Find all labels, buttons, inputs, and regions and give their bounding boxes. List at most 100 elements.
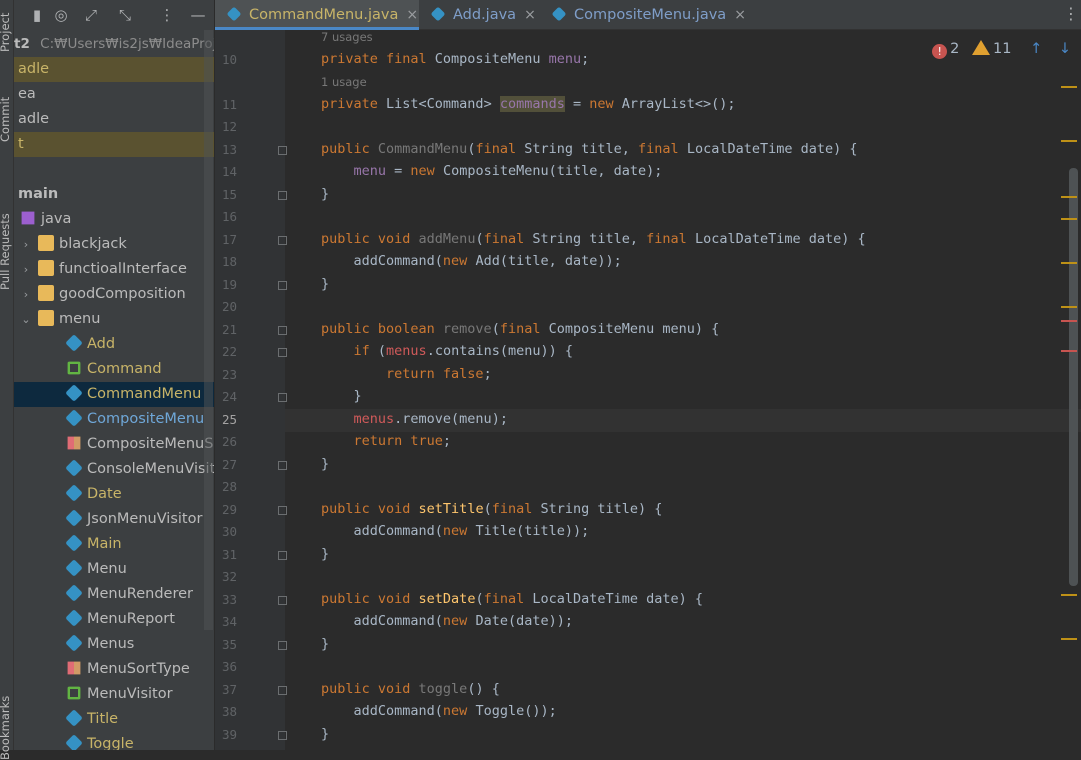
tree-item[interactable]: Title: [14, 707, 214, 732]
expand-arrow-icon[interactable]: ›: [18, 282, 34, 307]
warning-marker[interactable]: [1061, 86, 1077, 88]
tree-item[interactable]: Command: [14, 357, 214, 382]
code-line[interactable]: }: [321, 546, 329, 562]
tree-item[interactable]: CompositeMenuSo: [14, 432, 214, 457]
fold-marker-icon[interactable]: [278, 145, 287, 155]
fold-marker-icon[interactable]: [278, 393, 287, 402]
tree-item[interactable]: ⌄ menu: [14, 307, 214, 332]
code-line[interactable]: public void toggle() {: [321, 681, 500, 697]
expand-arrow-icon[interactable]: ⌄: [18, 307, 34, 332]
expand-arrow-icon[interactable]: ›: [18, 232, 34, 257]
code-line[interactable]: addCommand(new Toggle());: [321, 703, 557, 719]
next-problem-icon[interactable]: ↓: [1059, 41, 1071, 57]
code-line[interactable]: if (menus.contains(menu)) {: [321, 343, 573, 359]
close-tab-icon[interactable]: ×: [406, 7, 418, 23]
error-marker[interactable]: [1061, 350, 1077, 352]
code-line[interactable]: private final CompositeMenu menu;: [321, 51, 589, 67]
project-scrollbar[interactable]: [204, 30, 213, 630]
usages-hint[interactable]: 1 usage: [321, 75, 367, 89]
fold-marker-icon[interactable]: [278, 550, 287, 560]
editor-scrollbar[interactable]: [1069, 168, 1078, 586]
tab-options-icon[interactable]: ⋮: [1063, 4, 1079, 23]
fold-marker-icon[interactable]: [278, 640, 287, 650]
editor-tab[interactable]: CommandMenu.java ×: [215, 0, 419, 30]
more-icon[interactable]: ⋮: [158, 6, 176, 24]
code-line[interactable]: }: [321, 726, 329, 742]
tree-item[interactable]: MenuReport: [14, 607, 214, 632]
tree-item[interactable]: › functioalInterface: [14, 257, 214, 282]
tree-item[interactable]: MenuSortType: [14, 657, 214, 682]
tree-item[interactable]: Menu: [14, 557, 214, 582]
pull-requests-tool-tab[interactable]: Pull Requests: [0, 213, 12, 290]
tree-item[interactable]: ea: [14, 82, 214, 107]
code-line[interactable]: menu = new CompositeMenu(title, date);: [321, 163, 663, 179]
tree-item[interactable]: ConsoleMenuVisito: [14, 457, 214, 482]
commit-tool-tab[interactable]: Commit: [0, 97, 12, 142]
expand-arrow-icon[interactable]: ›: [18, 257, 34, 282]
prev-problem-icon[interactable]: ↑: [1030, 41, 1042, 57]
warning-marker[interactable]: [1061, 218, 1077, 220]
tree-item[interactable]: CompositeMenu: [14, 407, 214, 432]
fold-marker-icon[interactable]: [278, 685, 287, 695]
fold-marker-icon[interactable]: [278, 190, 287, 200]
warning-marker[interactable]: [1061, 196, 1077, 198]
tree-item[interactable]: MenuRenderer: [14, 582, 214, 607]
code-line[interactable]: }: [321, 636, 329, 652]
tree-item[interactable]: CommandMenu: [14, 382, 214, 407]
tree-item[interactable]: adle: [14, 57, 214, 82]
usages-hint[interactable]: 7 usages: [321, 30, 373, 44]
tree-item[interactable]: › blackjack: [14, 232, 214, 257]
tree-item[interactable]: t: [14, 132, 214, 157]
editor-tab[interactable]: Add.java ×: [419, 0, 540, 30]
code-line[interactable]: private List<Command> commands = new Arr…: [321, 95, 736, 112]
fold-marker-icon[interactable]: [278, 595, 287, 605]
tree-item[interactable]: Toggle: [14, 732, 214, 750]
code-line[interactable]: public void setTitle(final String title)…: [321, 501, 662, 517]
fold-marker-icon[interactable]: [278, 280, 287, 290]
fold-marker-icon[interactable]: [278, 325, 287, 335]
warning-marker[interactable]: [1061, 306, 1077, 308]
fold-marker-icon[interactable]: [278, 348, 287, 357]
inspection-widget[interactable]: ! 2 11 ↑ ↓: [932, 40, 1071, 59]
fold-marker-icon[interactable]: [278, 235, 287, 245]
code-line[interactable]: public void addMenu(final String title, …: [321, 231, 866, 247]
minimize-icon[interactable]: —: [189, 6, 207, 24]
close-tab-icon[interactable]: ×: [524, 7, 536, 23]
code-line[interactable]: public CommandMenu(final String title, f…: [321, 141, 858, 157]
expand-icon[interactable]: ⤢: [82, 6, 100, 24]
code-line[interactable]: }: [321, 276, 329, 292]
fold-marker-icon[interactable]: [278, 505, 287, 515]
code-line[interactable]: menus.remove(menu);: [321, 411, 508, 427]
project-tool-tab[interactable]: Project: [0, 13, 12, 52]
code-line[interactable]: return true;: [321, 433, 452, 449]
warning-marker[interactable]: [1061, 140, 1077, 142]
tree-item[interactable]: › goodComposition: [14, 282, 214, 307]
code-editor[interactable]: 7 usages 10 private final CompositeMenu me…: [215, 30, 1081, 750]
code-line[interactable]: public void setDate(final LocalDateTime …: [321, 591, 703, 607]
bookmarks-tool-tab[interactable]: Bookmarks: [0, 696, 12, 760]
close-tab-icon[interactable]: ×: [734, 7, 746, 23]
warning-marker[interactable]: [1061, 594, 1077, 596]
tree-item[interactable]: Menus: [14, 632, 214, 657]
error-marker[interactable]: [1061, 320, 1077, 322]
target-icon[interactable]: ◎: [52, 6, 70, 24]
tree-item[interactable]: Date: [14, 482, 214, 507]
code-line[interactable]: }: [321, 186, 329, 202]
editor-tab[interactable]: CompositeMenu.java ×: [540, 0, 746, 30]
code-line[interactable]: public boolean remove(final CompositeMen…: [321, 321, 719, 337]
warning-marker[interactable]: [1061, 262, 1077, 264]
code-line[interactable]: return false;: [321, 366, 492, 382]
code-line[interactable]: addCommand(new Title(title));: [321, 523, 590, 539]
book-icon[interactable]: ▮: [28, 6, 46, 24]
tree-item[interactable]: adle: [14, 107, 214, 132]
code-line[interactable]: }: [321, 388, 362, 404]
tree-item[interactable]: main: [14, 182, 214, 207]
fold-marker-icon[interactable]: [278, 460, 287, 470]
warning-marker[interactable]: [1061, 638, 1077, 640]
tree-item[interactable]: JsonMenuVisitor: [14, 507, 214, 532]
collapse-icon[interactable]: ⤡: [116, 6, 134, 24]
code-line[interactable]: addCommand(new Add(title, date));: [321, 253, 622, 269]
tree-item[interactable]: java: [14, 207, 214, 232]
code-line[interactable]: }: [321, 456, 329, 472]
tree-item[interactable]: MenuVisitor: [14, 682, 214, 707]
